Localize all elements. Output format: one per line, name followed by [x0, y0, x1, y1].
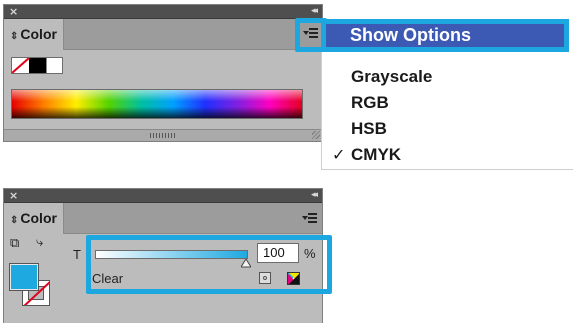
registration-quadrant — [289, 274, 299, 284]
menu-item-label: CMYK — [351, 145, 402, 164]
menu-item-grayscale[interactable]: Grayscale — [323, 65, 523, 89]
circle-icon — [263, 276, 267, 280]
none-slash-icon — [12, 58, 30, 73]
panel-menu-icon — [308, 213, 317, 223]
panel-menu-button[interactable] — [301, 209, 319, 227]
double-chevron-left-icon[interactable]: ◂◂ — [311, 5, 318, 18]
tint-value-field[interactable]: 100 — [257, 243, 299, 263]
panel-tabstrip: ⇕ Color — [4, 203, 322, 234]
tint-label: T — [73, 247, 81, 262]
none-swatch-small[interactable] — [259, 272, 271, 284]
swap-fill-stroke-icon[interactable]: ⤷ — [36, 236, 43, 250]
tab-label: Color — [20, 210, 57, 226]
updown-arrows-icon: ⇕ — [10, 215, 19, 226]
none-black-white-swatches — [11, 57, 63, 74]
menu-item-label: RGB — [351, 93, 389, 112]
none-swatch[interactable] — [12, 58, 30, 73]
menu-item-label: Grayscale — [351, 67, 433, 86]
resize-corner-icon[interactable] — [312, 131, 320, 139]
panel-tabstrip: ⇕ Color — [4, 19, 322, 50]
tab-color[interactable]: ⇕ Color — [4, 19, 64, 50]
resize-grip-icon[interactable] — [150, 133, 176, 138]
menu-item-hsb[interactable]: HSB — [323, 117, 523, 141]
default-fill-stroke-icon[interactable]: ⧉ — [10, 237, 19, 251]
panel-menu-icon — [309, 28, 318, 38]
menu-item-label: HSB — [351, 119, 387, 138]
close-icon[interactable]: × — [9, 189, 18, 202]
tint-slider-track[interactable] — [95, 250, 248, 259]
menu-item-cmyk[interactable]: ✓ CMYK — [323, 143, 523, 167]
menu-item-show-options[interactable]: Show Options — [321, 19, 569, 52]
tab-label: Color — [20, 26, 57, 42]
updown-arrows-icon: ⇕ — [10, 31, 19, 42]
panel-footer — [4, 129, 322, 141]
double-chevron-left-icon[interactable]: ◂◂ — [311, 189, 318, 202]
tint-slider-thumb[interactable] — [241, 259, 251, 268]
panel-titlebar[interactable]: × ◂◂ — [4, 5, 322, 19]
black-swatch[interactable] — [29, 58, 46, 73]
color-spectrum-ramp[interactable] — [11, 89, 303, 119]
tint-unit-label: % — [304, 246, 316, 261]
white-swatch[interactable] — [46, 58, 62, 73]
registration-swatch[interactable] — [287, 272, 300, 285]
clear-label: Clear — [92, 271, 124, 286]
fill-swatch[interactable] — [9, 263, 39, 291]
menu-item-rgb[interactable]: RGB — [323, 91, 523, 115]
checkmark-icon: ✓ — [332, 145, 346, 164]
color-panel-top: × ◂◂ ⇕ Color — [3, 4, 323, 142]
panel-titlebar[interactable]: × ◂◂ — [4, 189, 322, 203]
panel-menu-button[interactable] — [302, 24, 320, 42]
close-icon[interactable]: × — [9, 5, 18, 18]
tab-color[interactable]: ⇕ Color — [4, 203, 64, 234]
menu-item-label: Show Options — [350, 25, 471, 45]
